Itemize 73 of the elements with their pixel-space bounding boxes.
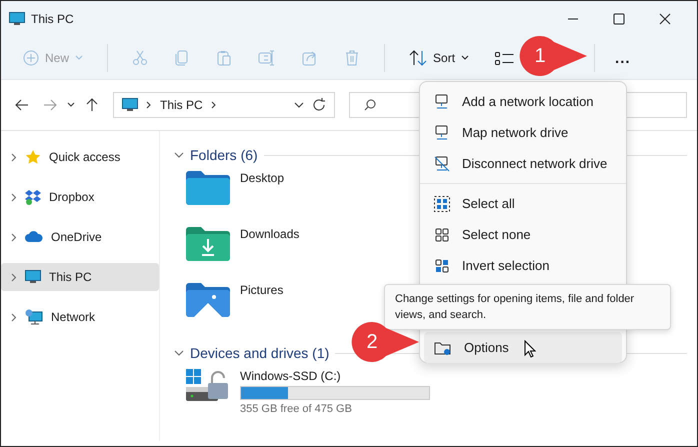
drive-name[interactable]: Windows-SSD (C:) bbox=[240, 369, 430, 383]
invert-selection-icon bbox=[434, 258, 450, 274]
monitor-icon bbox=[25, 270, 41, 284]
rename-icon bbox=[258, 50, 276, 66]
expand-chevron-icon[interactable] bbox=[11, 152, 17, 162]
collapse-caret-icon[interactable] bbox=[174, 152, 184, 158]
menu-item[interactable]: Disconnect network drive bbox=[424, 148, 622, 179]
menu-item[interactable]: Select none bbox=[424, 219, 622, 250]
maximize-icon[interactable] bbox=[613, 13, 625, 25]
folder-name[interactable]: Desktop bbox=[240, 171, 284, 185]
recent-caret-icon[interactable] bbox=[67, 102, 75, 108]
forward-icon[interactable] bbox=[43, 98, 57, 112]
menu-item[interactable]: Options bbox=[424, 332, 622, 363]
plus-circle-icon bbox=[23, 50, 39, 66]
picture-folder-icon bbox=[186, 283, 230, 317]
expand-chevron-icon[interactable] bbox=[11, 232, 17, 242]
free-space-label: 355 GB free of 475 GB bbox=[240, 403, 353, 415]
copy-icon bbox=[174, 50, 190, 66]
cloud-icon bbox=[25, 231, 43, 243]
tooltip: Change settings for opening items, file and folder views, and search. bbox=[384, 284, 671, 330]
sidebar-item[interactable]: Network bbox=[1, 303, 159, 331]
section-heading: Folders (6) bbox=[190, 147, 258, 163]
back-icon[interactable] bbox=[15, 98, 29, 112]
menu-item[interactable]: Add a network location bbox=[424, 86, 622, 117]
more-button[interactable]: ... bbox=[611, 42, 635, 74]
chevron-icon bbox=[210, 101, 217, 109]
sidebar-item[interactable]: Dropbox bbox=[1, 183, 159, 211]
close-icon[interactable] bbox=[659, 13, 671, 25]
monitor-icon bbox=[122, 98, 138, 112]
menu-item[interactable]: Map network drive bbox=[424, 117, 622, 148]
mouse-cursor-icon bbox=[524, 340, 536, 358]
window-title: This PC bbox=[31, 12, 74, 26]
menu-item[interactable]: Invert selection bbox=[424, 250, 622, 281]
list-view-icon bbox=[495, 52, 514, 64]
collapse-caret-icon[interactable] bbox=[174, 350, 184, 356]
dropdown-caret-icon[interactable] bbox=[294, 102, 304, 108]
network-computer-icon bbox=[434, 94, 450, 110]
breadcrumb[interactable]: This PC bbox=[160, 98, 203, 112]
up-icon[interactable] bbox=[85, 98, 99, 112]
search-icon bbox=[364, 99, 376, 111]
network-disconnect-icon bbox=[434, 156, 450, 172]
caret-icon bbox=[75, 55, 84, 61]
network-monitor-icon bbox=[25, 309, 43, 325]
folder-name[interactable]: Pictures bbox=[240, 283, 284, 297]
sort-button[interactable]: Sort bbox=[401, 42, 478, 74]
folder-gear-icon bbox=[434, 340, 452, 356]
chevron-icon bbox=[146, 101, 152, 109]
scissors-icon bbox=[132, 50, 148, 66]
sort-arrows-icon bbox=[409, 50, 428, 66]
sidebar-item[interactable]: This PC bbox=[1, 263, 159, 291]
trash-icon bbox=[344, 50, 360, 66]
sidebar-item[interactable]: Quick access bbox=[1, 143, 159, 171]
expand-chevron-icon[interactable] bbox=[11, 192, 17, 202]
expand-chevron-icon[interactable] bbox=[11, 312, 17, 322]
star-icon bbox=[25, 149, 41, 165]
share-icon bbox=[302, 50, 318, 66]
callout-badge: 1 bbox=[519, 35, 589, 77]
refresh-icon[interactable] bbox=[312, 98, 326, 112]
network-computer-icon bbox=[434, 124, 450, 140]
expand-chevron-icon[interactable] bbox=[11, 272, 17, 282]
callout-badge: 2 bbox=[351, 321, 421, 363]
address-bar[interactable]: This PC bbox=[113, 92, 335, 118]
select-none-icon bbox=[434, 226, 450, 242]
clipboard-icon bbox=[216, 50, 232, 66]
select-all-icon bbox=[434, 196, 450, 212]
sidebar-item[interactable]: OneDrive bbox=[1, 223, 159, 251]
folder-icon bbox=[186, 171, 230, 205]
caret-icon bbox=[461, 55, 470, 61]
folder-name[interactable]: Downloads bbox=[240, 227, 300, 241]
download-folder-icon bbox=[186, 227, 230, 261]
monitor-icon bbox=[9, 12, 25, 26]
menu-item[interactable]: Select all bbox=[424, 188, 622, 219]
section-heading: Devices and drives (1) bbox=[190, 345, 330, 361]
